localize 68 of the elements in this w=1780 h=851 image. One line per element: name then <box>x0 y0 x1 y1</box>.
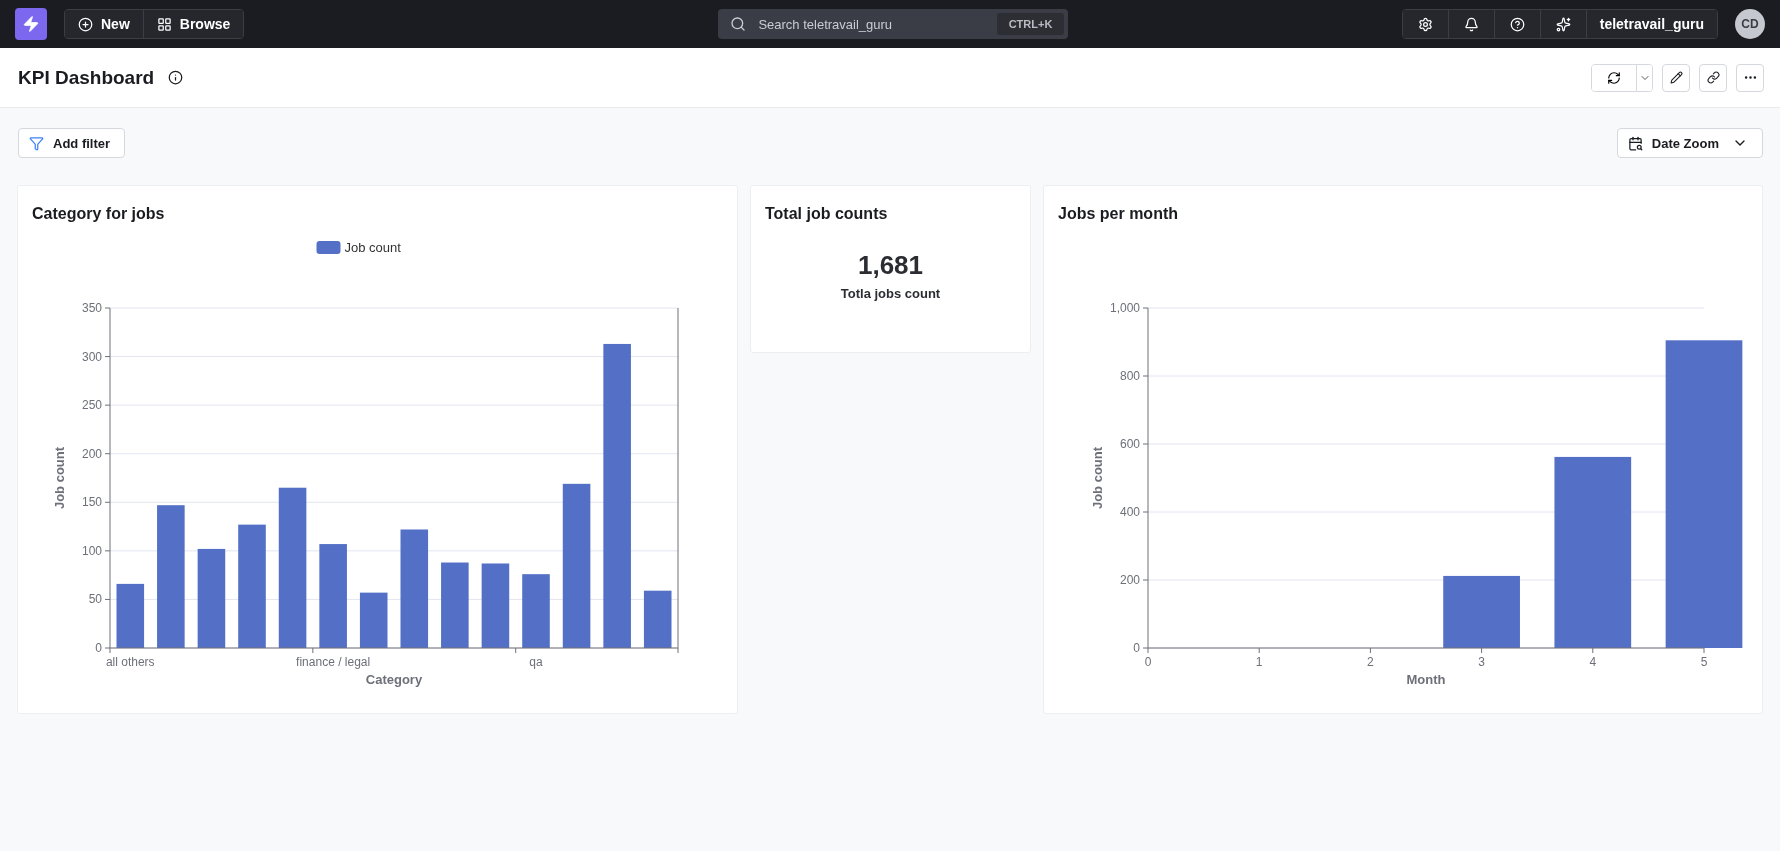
axis-title: Job count <box>52 446 67 510</box>
browse-button[interactable]: Browse <box>143 10 244 38</box>
link-icon <box>1706 71 1720 84</box>
axis-title: Month <box>1406 672 1446 687</box>
tick-label: 0 <box>1133 641 1140 655</box>
tick-label: 400 <box>1119 505 1140 519</box>
tick-label: all others <box>105 655 155 669</box>
new-button[interactable]: New <box>65 10 144 38</box>
page-title: KPI Dashboard <box>18 66 155 89</box>
help-icon <box>1509 16 1525 32</box>
tick-label: 250 <box>81 398 102 413</box>
avatar[interactable]: CD <box>1735 9 1765 39</box>
logo-icon[interactable] <box>15 8 47 40</box>
bar <box>116 583 145 648</box>
card-title: Total job counts <box>764 204 889 224</box>
tick-label: 3 <box>1478 655 1485 669</box>
tick-label: 5 <box>1700 655 1708 669</box>
pencil-icon <box>1669 71 1683 84</box>
metric-caption: Totla jobs count <box>839 286 942 301</box>
notifications-button[interactable] <box>1448 10 1495 38</box>
add-filter-button[interactable]: Add filter <box>18 128 126 158</box>
tick-label: 600 <box>1119 437 1140 451</box>
date-zoom-button[interactable]: Date Zoom <box>1616 128 1763 158</box>
tick-label: 0 <box>95 641 102 655</box>
tick-label: 200 <box>1119 573 1140 587</box>
grid-icon <box>156 16 172 32</box>
bar <box>359 592 388 648</box>
tick-label: 800 <box>1119 369 1140 383</box>
refresh-icon <box>1607 70 1621 85</box>
tick-label: qa <box>529 655 543 669</box>
axis-title: Category <box>365 672 423 687</box>
tick-label: 300 <box>81 349 102 364</box>
tick-label: 2 <box>1367 655 1374 669</box>
user-button[interactable]: teletravail_guru <box>1586 10 1717 38</box>
tick-label: 0 <box>1144 655 1152 669</box>
tick-label: 50 <box>88 592 102 607</box>
bell-icon <box>1463 16 1479 32</box>
card-title: Jobs per month <box>1057 204 1179 224</box>
settings-icon <box>1417 16 1433 32</box>
settings-button[interactable] <box>1402 10 1449 38</box>
link-button[interactable] <box>1699 63 1727 92</box>
tick-label: 1,000 <box>1109 301 1140 315</box>
metric-value: 1,681 <box>856 250 925 281</box>
shortcut-hint: CTRL+K <box>996 13 1065 35</box>
edit-button[interactable] <box>1662 63 1690 92</box>
tick-label: 150 <box>81 495 102 510</box>
tick-label: finance / legal <box>296 655 371 669</box>
more-button[interactable] <box>1736 63 1764 92</box>
refresh-button[interactable] <box>1592 64 1637 91</box>
info-icon[interactable] <box>168 70 184 85</box>
axis-title: Job count <box>1090 446 1105 510</box>
plus-icon <box>78 16 93 32</box>
filter-icon <box>29 135 44 151</box>
search-input[interactable]: Search teletravail_guru <box>756 15 987 33</box>
card-title: Category for jobs <box>31 204 166 224</box>
search-bar[interactable]: Search teletravail_guru CTRL+K <box>718 9 1069 39</box>
calendar-icon <box>1627 135 1643 151</box>
search-icon <box>730 16 747 32</box>
help-button[interactable] <box>1494 10 1541 38</box>
tick-label: 100 <box>81 543 102 558</box>
tick-label: 200 <box>81 446 102 461</box>
sparkles-button[interactable] <box>1540 10 1587 38</box>
tick-label: 350 <box>81 301 102 315</box>
legend-label: Job count <box>344 240 401 255</box>
sparkles-icon <box>1555 16 1571 32</box>
tick-label: 1 <box>1255 655 1263 669</box>
bar <box>643 590 672 648</box>
tick-label: 4 <box>1589 655 1597 669</box>
